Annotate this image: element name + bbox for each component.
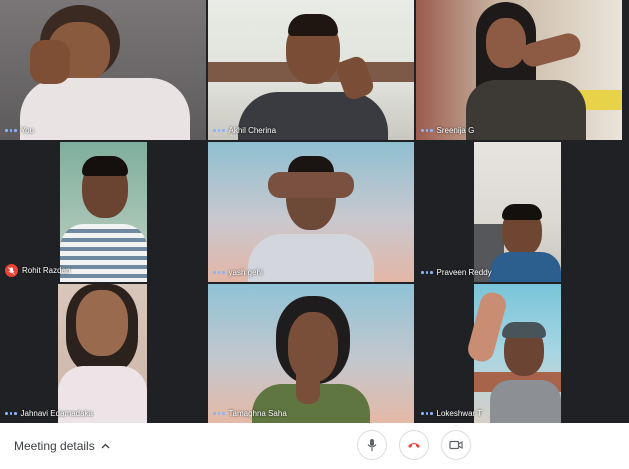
video-feed — [58, 284, 147, 423]
video-feed — [465, 284, 561, 423]
bottom-toolbar: Meeting details — [0, 423, 629, 469]
speaking-indicator-icon — [421, 129, 433, 132]
participant-name: Jahnavi Edamadaka — [20, 409, 94, 418]
participant-name-label: Jahnavi Edamadaka — [5, 409, 93, 418]
speaking-indicator-icon — [421, 271, 433, 274]
participant-tile[interactable]: Sreenija G — [416, 0, 622, 140]
participant-tile[interactable]: Tamaghna Saha — [208, 284, 414, 423]
participant-name-label: Akhil Cherina — [213, 126, 276, 135]
participant-name-label: Tamaghna Saha — [213, 409, 287, 418]
participant-name-label: yash gehi — [213, 268, 263, 277]
participant-name-label: Praveen Reddy — [421, 268, 492, 277]
microphone-button[interactable] — [357, 430, 387, 460]
speaking-indicator-icon — [213, 271, 225, 274]
participant-tile[interactable]: Lokeshwar T — [416, 284, 622, 423]
mic-icon — [367, 439, 377, 451]
participant-name: yash gehi — [228, 268, 263, 277]
video-feed — [208, 284, 414, 423]
participant-tile[interactable]: Jahnavi Edamadaka — [0, 284, 206, 423]
participant-name: Lokeshwar T — [436, 409, 483, 418]
video-feed — [474, 142, 561, 282]
participant-name: Praveen Reddy — [436, 268, 492, 277]
chevron-up-icon — [101, 443, 110, 449]
participant-name: Sreenija G — [436, 126, 475, 135]
video-feed — [60, 142, 147, 282]
participant-name-label: Sreenija G — [421, 126, 474, 135]
participant-tile[interactable]: Praveen Reddy — [416, 142, 622, 282]
mic-off-icon — [5, 264, 18, 277]
participant-name: You — [20, 126, 35, 135]
participant-name-label: You — [5, 126, 34, 135]
meeting-details-label: Meeting details — [14, 439, 95, 453]
speaking-indicator-icon — [421, 412, 433, 415]
video-feed — [208, 142, 414, 282]
speaking-indicator-icon — [5, 129, 17, 132]
video-feed — [416, 0, 622, 140]
video-feed — [0, 0, 206, 140]
speaking-indicator-icon — [5, 412, 17, 415]
participant-tile[interactable]: yash gehi — [208, 142, 414, 282]
hangup-icon — [408, 443, 420, 448]
participant-tile[interactable]: Akhil Cherina — [208, 0, 414, 140]
camera-button[interactable] — [441, 430, 471, 460]
participant-name: Rohit Razdan — [22, 266, 71, 275]
meeting-details-button[interactable]: Meeting details — [14, 439, 110, 453]
participant-tile[interactable]: You — [0, 0, 206, 140]
participant-name-label: Rohit Razdan — [5, 264, 70, 277]
video-feed — [208, 0, 414, 140]
participant-tile[interactable]: Rohit Razdan — [0, 142, 206, 282]
participant-name-label: Lokeshwar T — [421, 409, 482, 418]
speaking-indicator-icon — [213, 129, 225, 132]
participant-name: Akhil Cherina — [228, 126, 277, 135]
speaking-indicator-icon — [213, 412, 225, 415]
participant-grid: You Akhil Cherina Sreenija G Rohit Razda… — [0, 0, 629, 423]
hangup-button[interactable] — [399, 430, 429, 460]
participant-name: Tamaghna Saha — [228, 409, 287, 418]
camera-icon — [449, 440, 463, 450]
